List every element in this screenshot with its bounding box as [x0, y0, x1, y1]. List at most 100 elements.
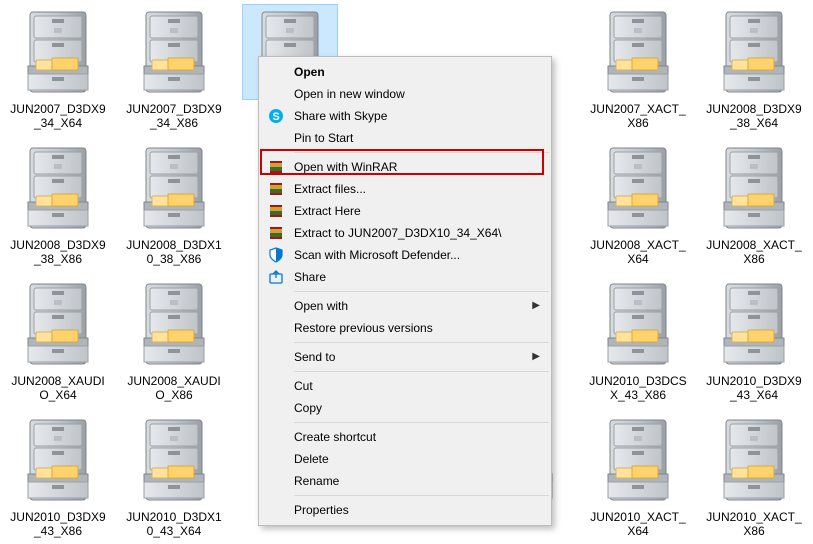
file-label: JUN2008_D3DX9_38_X64	[704, 102, 804, 130]
file-label: JUN2010_XACT_X86	[704, 510, 804, 538]
file-item[interactable]: JUN2010_D3DX9_43_X64	[696, 272, 812, 408]
menu-rename[interactable]: Rename	[260, 470, 550, 492]
file-item[interactable]: JUN2010_XACT_X86	[696, 408, 812, 544]
menu-pin-start[interactable]: Pin to Start	[260, 127, 550, 149]
defender-icon	[268, 247, 284, 263]
cabinet-icon	[22, 282, 94, 366]
file-icon-wrap	[590, 140, 686, 236]
menu-scan-defender[interactable]: Scan with Microsoft Defender...	[260, 244, 550, 266]
file-item[interactable]: JUN2010_D3DX9_43_X86	[0, 408, 116, 544]
menu-restore-versions[interactable]: Restore previous versions	[260, 317, 550, 339]
menu-separator	[294, 152, 549, 153]
file-label: JUN2008_XACT_X86	[704, 238, 804, 266]
winrar-icon	[268, 225, 284, 241]
file-label: JUN2007_XACT_X86	[588, 102, 688, 130]
file-label: JUN2008_XACT_X64	[588, 238, 688, 266]
file-label: JUN2008_XAUDIO_X86	[124, 374, 224, 402]
file-item[interactable]: JUN2007_XACT_X86	[580, 0, 696, 136]
menu-separator	[294, 422, 549, 423]
cabinet-icon	[718, 10, 790, 94]
file-icon-wrap	[126, 412, 222, 508]
cabinet-icon	[718, 146, 790, 230]
menu-separator	[294, 342, 549, 343]
file-item[interactable]: JUN2010_XACT_X64	[580, 408, 696, 544]
file-icon-wrap	[126, 276, 222, 372]
menu-share-skype[interactable]: S Share with Skype	[260, 105, 550, 127]
file-icon-wrap	[706, 412, 802, 508]
file-item[interactable]: JUN2008_D3DX9_38_X86	[0, 136, 116, 272]
file-icon-wrap	[10, 140, 106, 236]
file-label: JUN2010_XACT_X64	[588, 510, 688, 538]
menu-extract-here[interactable]: Extract Here	[260, 200, 550, 222]
cabinet-icon	[22, 418, 94, 502]
cabinet-icon	[138, 10, 210, 94]
menu-separator	[294, 291, 549, 292]
file-icon-wrap	[706, 276, 802, 372]
file-label: JUN2007_D3DX9_34_X64	[8, 102, 108, 130]
cabinet-icon	[602, 146, 674, 230]
file-icon-wrap	[590, 276, 686, 372]
file-item[interactable]: JUN2008_XAUDIO_X64	[0, 272, 116, 408]
file-label: JUN2007_D3DX9_34_X86	[124, 102, 224, 130]
menu-extract-files[interactable]: Extract files...	[260, 178, 550, 200]
submenu-arrow-icon: ▶	[532, 351, 540, 362]
menu-open-with[interactable]: Open with▶	[260, 295, 550, 317]
svg-text:S: S	[272, 111, 279, 123]
cabinet-icon	[602, 10, 674, 94]
file-explorer-area: JUN2007_D3DX9_34_X64 JUN2007_D3DX9_34_X8…	[0, 0, 813, 544]
file-item[interactable]: JUN2008_XAUDIO_X86	[116, 272, 232, 408]
file-label: JUN2010_D3DX10_43_X64	[124, 510, 224, 538]
cabinet-icon	[22, 10, 94, 94]
menu-delete[interactable]: Delete	[260, 448, 550, 470]
file-icon-wrap	[706, 4, 802, 100]
file-label: JUN2008_XAUDIO_X64	[8, 374, 108, 402]
file-icon-wrap	[10, 4, 106, 100]
menu-share[interactable]: Share	[260, 266, 550, 288]
file-label: JUN2008_D3DX10_38_X86	[124, 238, 224, 266]
menu-properties[interactable]: Properties	[260, 499, 550, 521]
cabinet-icon	[138, 418, 210, 502]
cabinet-icon	[718, 418, 790, 502]
menu-separator	[294, 495, 549, 496]
file-item[interactable]: JUN2008_D3DX9_38_X64	[696, 0, 812, 136]
menu-cut[interactable]: Cut	[260, 375, 550, 397]
menu-open-new-window[interactable]: Open in new window	[260, 83, 550, 105]
context-menu: Open Open in new window S Share with Sky…	[258, 56, 552, 526]
menu-open[interactable]: Open	[260, 61, 550, 83]
winrar-icon	[268, 203, 284, 219]
skype-icon: S	[268, 108, 284, 124]
file-label: JUN2010_D3DX9_43_X86	[8, 510, 108, 538]
file-item[interactable]: JUN2007_D3DX9_34_X64	[0, 0, 116, 136]
file-icon-wrap	[706, 140, 802, 236]
cabinet-icon	[138, 282, 210, 366]
menu-open-with-winrar[interactable]: Open with WinRAR	[260, 156, 550, 178]
file-label: JUN2008_D3DX9_38_X86	[8, 238, 108, 266]
menu-create-shortcut[interactable]: Create shortcut	[260, 426, 550, 448]
file-label: JUN2010_D3DCSX_43_X86	[588, 374, 688, 402]
cabinet-icon	[602, 282, 674, 366]
file-item[interactable]: JUN2010_D3DCSX_43_X86	[580, 272, 696, 408]
file-icon-wrap	[126, 4, 222, 100]
cabinet-icon	[602, 418, 674, 502]
cabinet-icon	[22, 146, 94, 230]
file-item[interactable]: JUN2007_D3DX9_34_X86	[116, 0, 232, 136]
file-icon-wrap	[590, 4, 686, 100]
file-icon-wrap	[10, 412, 106, 508]
file-item[interactable]: JUN2008_XACT_X86	[696, 136, 812, 272]
cabinet-icon	[718, 282, 790, 366]
file-icon-wrap	[126, 140, 222, 236]
file-icon-wrap	[590, 412, 686, 508]
menu-copy[interactable]: Copy	[260, 397, 550, 419]
file-item[interactable]: JUN2008_D3DX10_38_X86	[116, 136, 232, 272]
submenu-arrow-icon: ▶	[532, 300, 540, 311]
file-item[interactable]: JUN2010_D3DX10_43_X64	[116, 408, 232, 544]
share-icon	[268, 269, 284, 285]
menu-extract-to-folder[interactable]: Extract to JUN2007_D3DX10_34_X64\	[260, 222, 550, 244]
cabinet-icon	[138, 146, 210, 230]
file-label: JUN2010_D3DX9_43_X64	[704, 374, 804, 402]
menu-send-to[interactable]: Send to▶	[260, 346, 550, 368]
winrar-icon	[268, 159, 284, 175]
winrar-icon	[268, 181, 284, 197]
file-item[interactable]: JUN2008_XACT_X64	[580, 136, 696, 272]
menu-separator	[294, 371, 549, 372]
